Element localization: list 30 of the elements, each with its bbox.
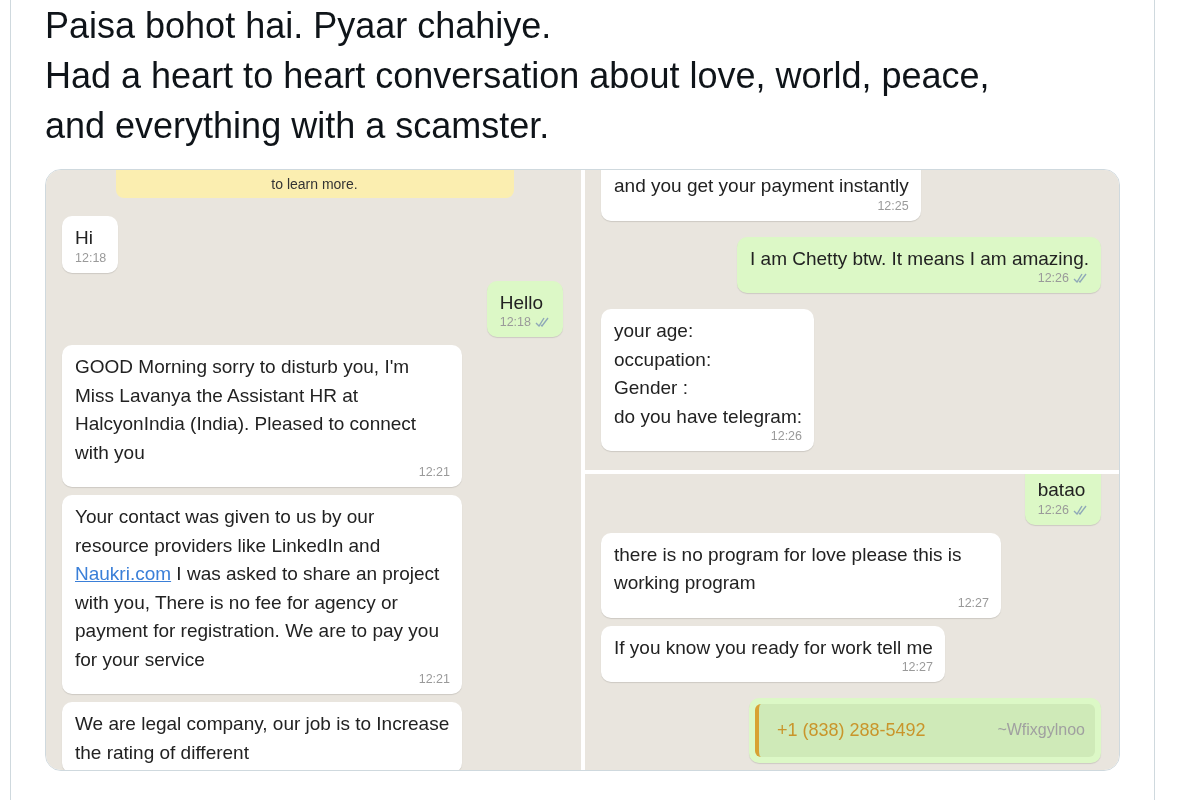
read-ticks-icon [1073, 273, 1089, 283]
message-text: and you get your payment instantly [614, 175, 909, 196]
link[interactable]: Naukri.com [75, 563, 172, 584]
tweet-text: Had a heart to heart conversation about love, world, peace, and everything with a scamster. [45, 54, 991, 148]
message-text: Hello [499, 291, 544, 313]
quoted-number: +1 (838) 288-5492 [777, 719, 926, 742]
message-text: GOOD Morning sorry to disturb you, I'm Miss Lavanya the Assistant HR at HalcyonIndia (India). Pleased to connect with you [75, 356, 417, 463]
read-ticks-icon [1073, 504, 1089, 515]
message-text: We are legal company, our job is to Increase the rating of different [75, 713, 450, 763]
message-text: there is no program for love please this is working program [614, 543, 962, 593]
notice-banner: to learn more. [115, 170, 514, 198]
message-time: 12:26 [1037, 270, 1069, 287]
message-time: 12:18 [499, 314, 531, 331]
message-time: 12:21 [418, 464, 450, 481]
message-time: 12:27 [901, 659, 933, 676]
message-text: I am Chetty btw. It means I am amazing. [750, 247, 1089, 269]
message-time: 12:18 [75, 249, 107, 267]
message-text: Hi [75, 227, 93, 248]
message-text: your age: occupation: Gender : do you have telegram: [614, 320, 802, 427]
message-text: Your contact was given to us by our resource providers like LinkedIn and Naukri.com I was asked to share an project with you, There is no fee for agency or payment for registration. We are to pay you for your service [75, 506, 440, 670]
message-time: 12:26 [770, 428, 802, 445]
message-time: 12:26 [1037, 501, 1069, 519]
message-time: 12:21 [418, 671, 450, 688]
message-time: 12:25 [877, 197, 909, 215]
tweet-text: Paisa bohot hai. Pyaar chahiye. [45, 4, 553, 48]
message-text: If you know you ready for work tell me [614, 636, 933, 658]
read-ticks-icon [535, 317, 551, 327]
message-time: 12:27 [957, 594, 989, 612]
quoted-name: ~Wfixgylnoo [997, 720, 1085, 740]
message-text: batao [1037, 479, 1086, 500]
